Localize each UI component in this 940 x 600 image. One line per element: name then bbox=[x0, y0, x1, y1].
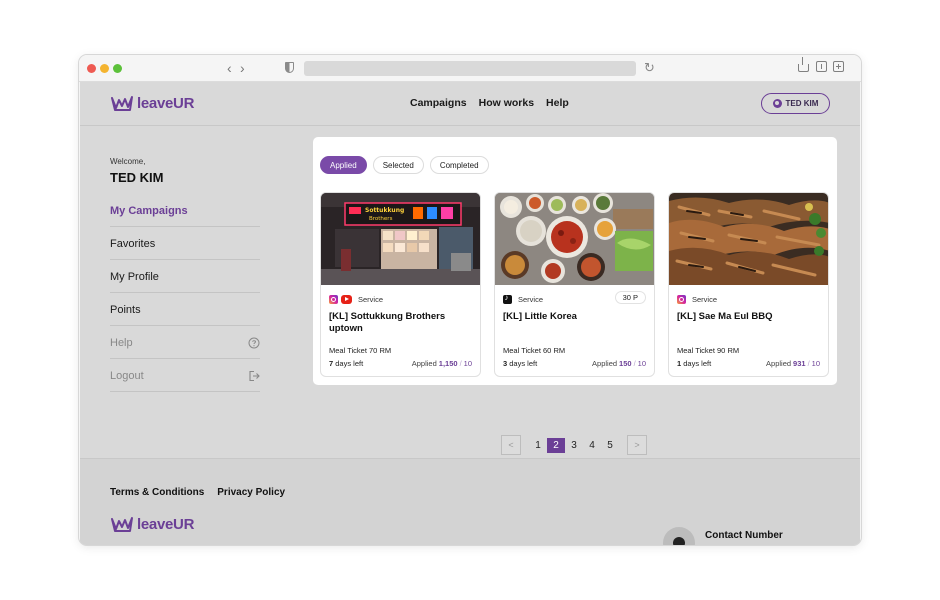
logout-icon bbox=[248, 370, 260, 382]
days-left: 1 days left bbox=[677, 359, 712, 368]
new-tab-icon[interactable] bbox=[833, 61, 844, 72]
crown-logo-icon bbox=[111, 517, 133, 532]
campaign-type: Service bbox=[358, 294, 384, 304]
sidebar-item-label: Help bbox=[110, 337, 133, 349]
pagination: < 1 2 3 4 5 > bbox=[501, 435, 647, 455]
nav-help[interactable]: Help bbox=[546, 97, 569, 109]
campaign-cards: Sottukkung Brothers Service [KL] Sottukk… bbox=[320, 192, 829, 377]
sidebar-username: TED KIM bbox=[110, 170, 164, 185]
days-left: 7 days left bbox=[329, 359, 364, 368]
share-icon[interactable] bbox=[798, 57, 809, 72]
campaign-title[interactable]: [KL] Sae Ma Eul BBQ bbox=[677, 311, 820, 337]
user-account-label: TED KIM bbox=[785, 99, 819, 108]
tab-completed[interactable]: Completed bbox=[429, 156, 489, 174]
brand-name: leaveUR bbox=[137, 515, 195, 533]
campaign-type: Service bbox=[692, 294, 718, 304]
youtube-icon bbox=[341, 294, 352, 304]
sidebar-item-logout[interactable]: Logout bbox=[110, 359, 260, 392]
maximize-window-button[interactable] bbox=[113, 64, 122, 73]
page-number[interactable]: 3 bbox=[565, 438, 583, 453]
address-bar[interactable] bbox=[304, 61, 636, 76]
privacy-shield-icon[interactable] bbox=[285, 62, 294, 73]
svg-text:Sottukkung: Sottukkung bbox=[365, 207, 404, 214]
sidebar-item-help[interactable]: Help bbox=[110, 326, 260, 359]
campaign-meta: Service bbox=[329, 293, 472, 305]
reload-icon[interactable]: ↻ bbox=[644, 59, 655, 77]
footer-logo[interactable]: leaveUR bbox=[110, 515, 194, 533]
phone-icon bbox=[663, 527, 695, 545]
site-header: leaveUR Campaigns How works Help TED KIM bbox=[80, 82, 860, 126]
question-circle-icon bbox=[248, 337, 260, 349]
applied-count: Applied 931/10 bbox=[766, 359, 820, 368]
sidebar-item-my-campaigns[interactable]: My Campaigns bbox=[110, 194, 260, 227]
instagram-icon bbox=[677, 294, 686, 304]
nav-campaigns[interactable]: Campaigns bbox=[410, 97, 467, 109]
user-icon bbox=[772, 99, 782, 108]
campaign-title[interactable]: [KL] Little Korea bbox=[503, 311, 646, 337]
sidebar-menu: My Campaigns Favorites My Profile Points… bbox=[110, 194, 260, 392]
page-number-current[interactable]: 2 bbox=[547, 437, 565, 453]
crown-logo-icon bbox=[111, 96, 133, 111]
page-number[interactable]: 5 bbox=[601, 438, 619, 453]
page-number[interactable]: 4 bbox=[583, 438, 601, 453]
campaign-photo bbox=[495, 193, 654, 285]
instagram-icon bbox=[329, 294, 338, 304]
download-icon[interactable] bbox=[816, 61, 827, 72]
browser-toolbar: ‹ › ↻ bbox=[79, 55, 861, 82]
tab-selected[interactable]: Selected bbox=[372, 156, 424, 174]
days-left: 3 days left bbox=[503, 359, 538, 368]
close-window-button[interactable] bbox=[87, 64, 96, 73]
back-arrow-icon[interactable]: ‹ bbox=[227, 59, 232, 77]
campaign-card[interactable]: Service [KL] Sae Ma Eul BBQ Meal Ticket … bbox=[668, 192, 829, 377]
welcome-text: Welcome, bbox=[110, 157, 146, 166]
tab-applied[interactable]: Applied bbox=[320, 156, 367, 174]
campaign-card-body: Service [KL] Sottukkung Brothers uptown … bbox=[329, 293, 472, 368]
svg-text:Brothers: Brothers bbox=[369, 216, 393, 222]
sidebar-item-my-profile[interactable]: My Profile bbox=[110, 260, 260, 293]
sidebar-item-label: My Profile bbox=[110, 271, 159, 283]
campaign-meta: Service bbox=[677, 293, 820, 305]
brand-logo[interactable]: leaveUR bbox=[110, 94, 194, 112]
points-badge: 30 P bbox=[614, 291, 646, 304]
contact-number-label: Contact Number bbox=[705, 530, 783, 541]
sidebar-item-favorites[interactable]: Favorites bbox=[110, 227, 260, 260]
campaign-type: Service bbox=[518, 294, 544, 304]
campaign-card-body: Service 30 P [KL] Little Korea Meal Tick… bbox=[503, 291, 646, 368]
user-account-button[interactable]: TED KIM bbox=[761, 93, 830, 114]
sidebar-item-label: Logout bbox=[110, 370, 144, 382]
sidebar-item-points[interactable]: Points bbox=[110, 293, 260, 326]
footer-links: Terms & Conditions Privacy Policy bbox=[110, 487, 285, 498]
campaign-card-body: Service [KL] Sae Ma Eul BBQ Meal Ticket … bbox=[677, 293, 820, 368]
campaigns-panel: Applied Selected Completed Sottukkung Br… bbox=[313, 137, 837, 385]
browser-window: ‹ › ↻ leaveUR Campaigns How works Help T… bbox=[79, 55, 861, 545]
campaign-card[interactable]: Sottukkung Brothers Service [KL] Sottukk… bbox=[320, 192, 481, 377]
campaign-card[interactable]: Service 30 P [KL] Little Korea Meal Tick… bbox=[494, 192, 655, 377]
web-page: leaveUR Campaigns How works Help TED KIM… bbox=[80, 82, 860, 545]
meal-ticket: Meal Ticket 70 RM bbox=[329, 346, 392, 355]
sidebar-item-label: My Campaigns bbox=[110, 205, 188, 217]
meal-ticket: Meal Ticket 60 RM bbox=[503, 346, 566, 355]
campaign-photo: Sottukkung Brothers bbox=[321, 193, 480, 285]
applied-count: Applied 150/10 bbox=[592, 359, 646, 368]
tiktok-icon bbox=[503, 293, 512, 304]
campaign-status-tabs: Applied Selected Completed bbox=[320, 156, 489, 174]
meal-ticket: Meal Ticket 90 RM bbox=[677, 346, 740, 355]
prev-page-button[interactable]: < bbox=[501, 435, 521, 455]
nav-how-works[interactable]: How works bbox=[479, 97, 534, 109]
privacy-link[interactable]: Privacy Policy bbox=[217, 487, 285, 498]
campaign-meta: Service 30 P bbox=[503, 291, 646, 305]
forward-arrow-icon[interactable]: › bbox=[240, 59, 245, 77]
site-footer: Terms & Conditions Privacy Policy leaveU… bbox=[80, 458, 860, 545]
next-page-button[interactable]: > bbox=[627, 435, 647, 455]
campaign-title[interactable]: [KL] Sottukkung Brothers uptown bbox=[329, 311, 472, 337]
applied-count: Applied 1,150/10 bbox=[411, 359, 472, 368]
brand-name: leaveUR bbox=[137, 94, 195, 112]
sidebar-item-label: Points bbox=[110, 304, 141, 316]
terms-link[interactable]: Terms & Conditions bbox=[110, 487, 204, 498]
sidebar-item-label: Favorites bbox=[110, 238, 156, 250]
page-number[interactable]: 1 bbox=[529, 438, 547, 453]
campaign-photo bbox=[669, 193, 828, 285]
main-nav: Campaigns How works Help bbox=[410, 97, 569, 109]
minimize-window-button[interactable] bbox=[100, 64, 109, 73]
